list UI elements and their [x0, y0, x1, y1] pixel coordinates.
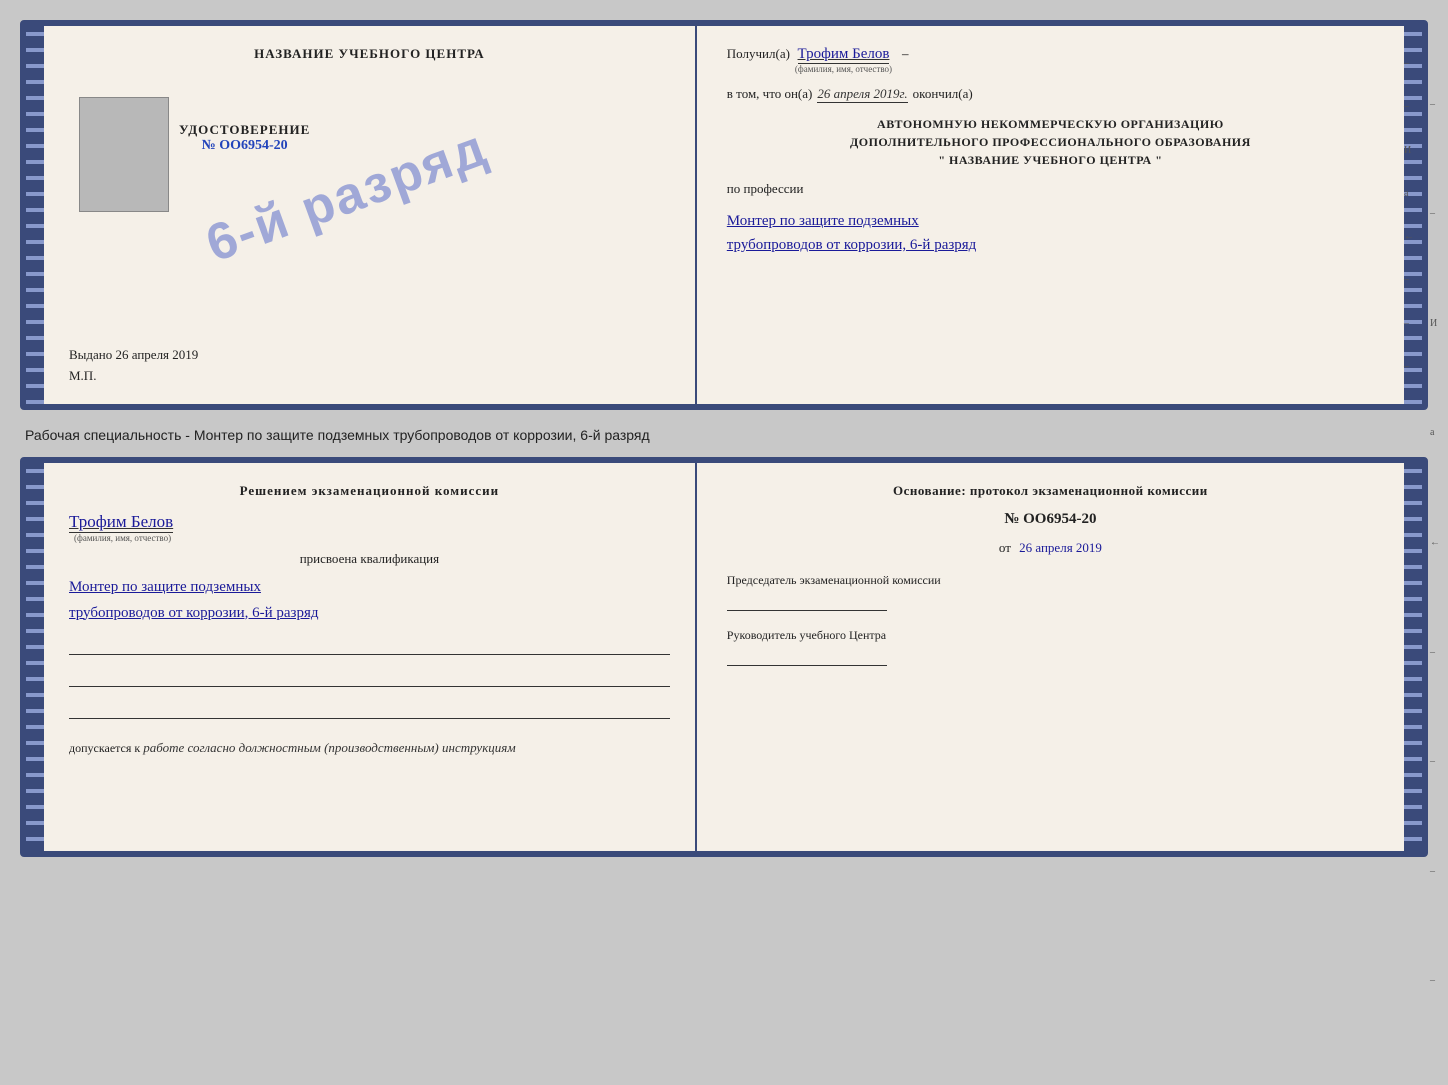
udost-block: УДОСТОВЕРЕНИЕ № OO6954-20 [179, 122, 310, 212]
right-border-decoration-2 [1404, 463, 1422, 851]
udost-num: № OO6954-20 [179, 138, 310, 154]
protocol-num: № OO6954-20 [727, 511, 1374, 528]
org-line3: " НАЗВАНИЕ УЧЕБНОГО ЦЕНТРА " [727, 151, 1374, 169]
profession-line2: трубопроводов от коррозии, 6-й разряд [727, 233, 1374, 257]
between-docs-text: Рабочая специальность - Монтер по защите… [20, 422, 1428, 445]
side-mark-a: а [1404, 188, 1414, 199]
name-sub: (фамилия, имя, отчество) [74, 533, 171, 543]
vtom-suffix: окончил(а) [913, 86, 973, 102]
name-handwritten: Трофим Белов [69, 512, 173, 533]
ot-date: 26 апреля 2019 [1019, 540, 1102, 555]
left-border-decoration [26, 26, 44, 404]
side-mark-5: – [1404, 361, 1414, 372]
profession-line1: Монтер по защите подземных [727, 209, 1374, 233]
left-border-decoration-2 [26, 463, 44, 851]
dopusk-text: работе согласно должностным (производств… [143, 740, 515, 755]
vydano-line: Выдано 26 апреля 2019 [69, 337, 670, 363]
cert2-left-panel: Решением экзаменационной комиссии Трофим… [44, 463, 697, 851]
certificate-doc-2: Решением экзаменационной комиссии Трофим… [20, 457, 1428, 857]
predsedatel-sig-line [727, 593, 887, 611]
rukovoditel-sig-line [727, 648, 887, 666]
side-mark-1: – [1404, 58, 1414, 69]
certificate-doc-1: НАЗВАНИЕ УЧЕБНОГО ЦЕНТРА 6-й разряд УДОС… [20, 20, 1428, 410]
cert2-right-panel: Основание: протокол экзаменационной коми… [697, 463, 1404, 851]
org-block: АВТОНОМНУЮ НЕКОММЕРЧЕСКУЮ ОРГАНИЗАЦИЮ ДО… [727, 115, 1374, 169]
dopuskaetsya-block: допускается к работе согласно должностны… [69, 740, 670, 756]
org-line2: ДОПОЛНИТЕЛЬНОГО ПРОФЕССИОНАЛЬНОГО ОБРАЗО… [727, 133, 1374, 151]
vtom-prefix: в том, что он(а) [727, 86, 813, 102]
rukovoditel-block: Руководитель учебного Центра [727, 628, 1374, 666]
cert1-left-panel: НАЗВАНИЕ УЧЕБНОГО ЦЕНТРА 6-й разряд УДОС… [44, 26, 697, 404]
blank-line-1 [69, 637, 670, 655]
dopusk-prefix: допускается к [69, 741, 140, 755]
osnovanie-line: Основание: протокол экзаменационной коми… [727, 483, 1374, 499]
side-mark-2: – [1404, 101, 1414, 112]
vtom-date: 26 апреля 2019г. [817, 86, 907, 103]
kvalif-block: Монтер по защите подземных трубопроводов… [69, 575, 670, 626]
profession-block: Монтер по защите подземных трубопроводов… [727, 209, 1374, 257]
name-block: Трофим Белов (фамилия, имя, отчество) [69, 512, 670, 543]
poluchil-line: Получил(а) Трофим Белов (фамилия, имя, о… [727, 46, 1374, 74]
prisvoena-line: присвоена квалификация [69, 551, 670, 567]
predsedatel-label: Председатель экзаменационной комиссии [727, 573, 1374, 588]
predsedatel-block: Председатель экзаменационной комиссии [727, 573, 1374, 611]
photo-placeholder [79, 97, 169, 212]
side-mark-arrow: ← [1404, 231, 1414, 242]
kvalif-line2: трубопроводов от коррозии, 6-й разряд [69, 601, 670, 627]
side-mark-i: И [1404, 145, 1414, 156]
side-mark-4: – [1404, 318, 1414, 329]
poluchil-label: Получил(а) [727, 46, 790, 62]
poluchil-name: Трофим Белов [798, 46, 890, 64]
po-professii: по профессии [727, 181, 1374, 197]
udost-title: УДОСТОВЕРЕНИЕ [179, 122, 310, 138]
kvalif-line1: Монтер по защите подземных [69, 575, 670, 601]
resheniem-line: Решением экзаменационной комиссии [69, 483, 670, 499]
page-wrapper: НАЗВАНИЕ УЧЕБНОГО ЦЕНТРА 6-й разряд УДОС… [20, 20, 1428, 857]
poluchil-sub: (фамилия, имя, отчество) [795, 64, 892, 74]
mp-line: М.П. [69, 368, 670, 384]
ot-line: от 26 апреля 2019 [727, 540, 1374, 556]
ot-prefix: от [999, 540, 1011, 555]
rukovoditel-label: Руководитель учебного Центра [727, 628, 1374, 643]
vtom-line: в том, что он(а) 26 апреля 2019г. окончи… [727, 86, 1374, 103]
org-line1: АВТОНОМНУЮ НЕКОММЕРЧЕСКУЮ ОРГАНИЗАЦИЮ [727, 115, 1374, 133]
blank-line-2 [69, 669, 670, 687]
side-mark-3: – [1404, 274, 1414, 285]
cert1-title: НАЗВАНИЕ УЧЕБНОГО ЦЕНТРА [254, 46, 485, 62]
cert1-right-panel: Получил(а) Трофим Белов (фамилия, имя, о… [697, 26, 1404, 404]
blank-line-3 [69, 701, 670, 719]
